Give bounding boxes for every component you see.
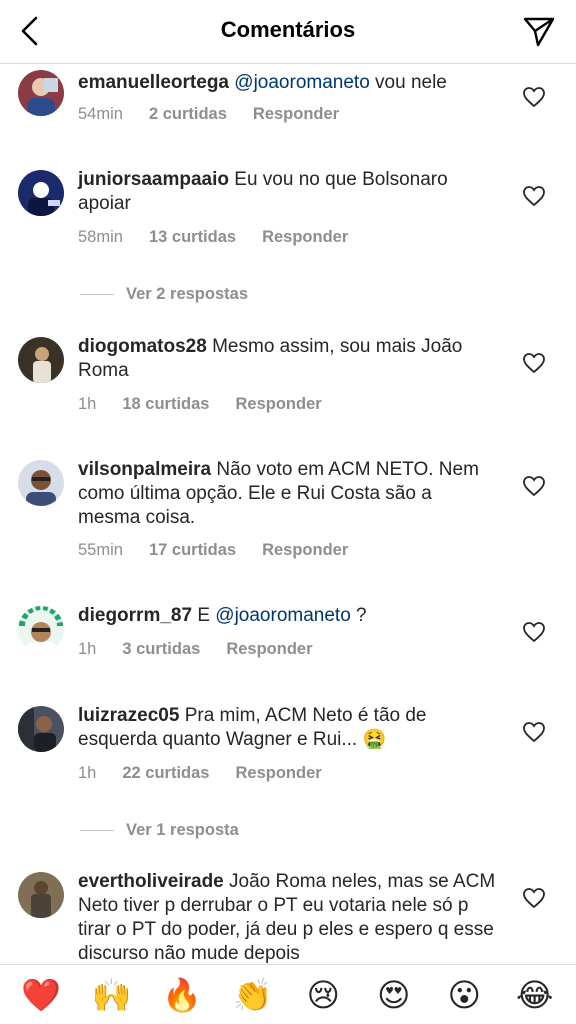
like-heart-icon[interactable] xyxy=(522,352,546,374)
view-replies-label: Ver 2 respostas xyxy=(126,285,248,303)
like-heart-icon[interactable] xyxy=(522,721,546,743)
comment-username[interactable]: evertholiveirade xyxy=(78,871,224,892)
emoji-fire[interactable]: 🔥 xyxy=(154,975,210,1015)
send-direct-icon[interactable] xyxy=(522,14,556,48)
emoji-crying-face[interactable]: 😢 xyxy=(295,975,351,1015)
comment-likes[interactable]: 17 curtidas xyxy=(149,541,236,559)
like-heart-icon[interactable] xyxy=(522,887,546,909)
avatar[interactable] xyxy=(18,460,64,506)
comment-time: 55min xyxy=(78,541,123,559)
comment-mention[interactable]: @joaoromaneto xyxy=(234,72,369,93)
comment-likes[interactable]: 3 curtidas xyxy=(122,640,200,658)
reply-button[interactable]: Responder xyxy=(253,105,339,123)
header: Comentários xyxy=(0,0,576,64)
emoji-tears-of-joy[interactable]: 😂 xyxy=(507,975,563,1015)
reply-button[interactable]: Responder xyxy=(226,640,312,658)
reply-button[interactable]: Responder xyxy=(262,541,348,559)
like-heart-icon[interactable] xyxy=(522,86,546,108)
avatar[interactable] xyxy=(18,170,64,216)
comment-likes[interactable]: 18 curtidas xyxy=(122,395,209,413)
emoji-open-mouth[interactable]: 😮 xyxy=(436,975,492,1015)
comment-time: 1h xyxy=(78,764,97,782)
replies-divider xyxy=(80,830,114,831)
comment-likes[interactable]: 2 curtidas xyxy=(149,105,227,123)
comment-text: vou nele xyxy=(369,72,447,93)
reply-button[interactable]: Responder xyxy=(235,764,321,782)
comment-text-prefix: E xyxy=(197,605,216,626)
comment-username[interactable]: vilsonpalmeira xyxy=(78,459,211,480)
reply-button[interactable]: Responder xyxy=(262,228,348,246)
page-title: Comentários xyxy=(220,17,356,42)
emoji-heart-eyes[interactable]: 😍 xyxy=(366,975,422,1015)
comment-time: 54min xyxy=(78,105,123,123)
comment-username[interactable]: diogomatos28 xyxy=(78,336,207,357)
view-replies-label: Ver 1 resposta xyxy=(126,821,239,839)
comment-likes[interactable]: 22 curtidas xyxy=(122,764,209,782)
comment-username[interactable]: luizrazec05 xyxy=(78,705,179,726)
comment-text: ? xyxy=(350,605,367,626)
comment-time: 58min xyxy=(78,228,123,246)
avatar[interactable] xyxy=(18,872,64,918)
view-replies-button[interactable]: Ver 2 respostas xyxy=(80,285,248,304)
avatar[interactable] xyxy=(18,70,64,116)
comment-username[interactable]: diegorrm_87 xyxy=(78,605,192,626)
avatar[interactable] xyxy=(18,337,64,383)
reply-button[interactable]: Responder xyxy=(235,395,321,413)
comment-mention[interactable]: @joaoromaneto xyxy=(215,605,350,626)
like-heart-icon[interactable] xyxy=(522,621,546,643)
comment-time: 1h xyxy=(78,395,97,413)
emoji-red-heart[interactable]: ❤️ xyxy=(13,975,69,1015)
view-replies-button[interactable]: Ver 1 resposta xyxy=(80,821,239,840)
avatar[interactable] xyxy=(18,606,64,652)
emoji-raising-hands[interactable]: 🙌 xyxy=(84,975,140,1015)
emoji-clapping-hands[interactable]: 👏 xyxy=(225,975,281,1015)
comment-likes[interactable]: 13 curtidas xyxy=(149,228,236,246)
like-heart-icon[interactable] xyxy=(522,475,546,497)
like-heart-icon[interactable] xyxy=(522,185,546,207)
comment-username[interactable]: emanuelleortega xyxy=(78,72,229,93)
emoji-reaction-bar: ❤️ 🙌 🔥 👏 😢 😍 😮 😂 xyxy=(0,964,576,1024)
replies-divider xyxy=(80,294,114,295)
comment-time: 1h xyxy=(78,640,97,658)
avatar[interactable] xyxy=(18,706,64,752)
comments-list[interactable]: emanuelleortega @joaoromaneto vou nele 5… xyxy=(0,64,576,964)
comment-username[interactable]: juniorsaampaaio xyxy=(78,169,229,190)
